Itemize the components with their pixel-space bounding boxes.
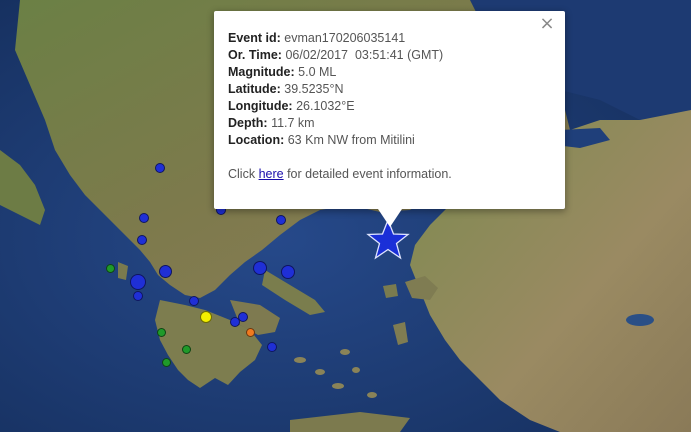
origin-time-value: 06/02/2017 03:51:41 (GMT) <box>285 48 444 62</box>
longitude-row: Longitude: 26.1032°E <box>228 98 551 115</box>
footer-suffix: for detailed event information. <box>283 167 452 181</box>
details-footer: Click here for detailed event informatio… <box>228 166 551 183</box>
event-marker-blue[interactable] <box>159 265 172 278</box>
depth-label: Depth: <box>228 116 268 130</box>
event-id-value: evman170206035141 <box>284 31 406 45</box>
location-row: Location: 63 Km NW from Mitilini <box>228 132 551 149</box>
depth-row: Depth: 11.7 km <box>228 115 551 132</box>
magnitude-row: Magnitude: 5.0 ML <box>228 64 551 81</box>
event-marker-blue[interactable] <box>137 235 147 245</box>
map-view[interactable]: × Event id: evman170206035141 Or. Time: … <box>0 0 691 432</box>
event-marker-blue[interactable] <box>253 261 267 275</box>
footer-prefix: Click <box>228 167 259 181</box>
longitude-label: Longitude: <box>228 99 293 113</box>
popup-pointer <box>378 209 402 227</box>
event-marker-blue[interactable] <box>238 312 248 322</box>
latitude-row: Latitude: 39.5235°N <box>228 81 551 98</box>
event-marker-green[interactable] <box>106 264 115 273</box>
event-marker-blue[interactable] <box>155 163 165 173</box>
magnitude-label: Magnitude: <box>228 65 295 79</box>
origin-time-row: Or. Time: 06/02/2017 03:51:41 (GMT) <box>228 47 551 64</box>
longitude-value: 26.1032°E <box>296 99 355 113</box>
event-marker-blue[interactable] <box>130 274 146 290</box>
origin-time-label: Or. Time: <box>228 48 282 62</box>
event-id-row: Event id: evman170206035141 <box>228 30 551 47</box>
close-icon[interactable]: × <box>539 15 555 33</box>
event-id-label: Event id: <box>228 31 281 45</box>
event-marker-blue[interactable] <box>133 291 143 301</box>
location-value: 63 Km NW from Mitilini <box>287 133 415 147</box>
latitude-label: Latitude: <box>228 82 281 96</box>
event-marker-green[interactable] <box>157 328 166 337</box>
event-marker-blue[interactable] <box>281 265 295 279</box>
event-marker-blue[interactable] <box>276 215 286 225</box>
event-marker-blue[interactable] <box>189 296 199 306</box>
location-label: Location: <box>228 133 285 147</box>
event-marker-orange[interactable] <box>246 328 255 337</box>
event-marker-blue[interactable] <box>139 213 149 223</box>
event-marker-green[interactable] <box>182 345 191 354</box>
event-marker-blue[interactable] <box>267 342 277 352</box>
depth-value: 11.7 km <box>271 116 315 130</box>
event-marker-green[interactable] <box>162 358 171 367</box>
event-info-popup: × Event id: evman170206035141 Or. Time: … <box>214 11 565 227</box>
event-marker-yellow[interactable] <box>200 311 212 323</box>
magnitude-value: 5.0 ML <box>298 65 337 79</box>
latitude-value: 39.5235°N <box>284 82 344 96</box>
lake <box>626 314 654 326</box>
details-link[interactable]: here <box>259 167 284 181</box>
